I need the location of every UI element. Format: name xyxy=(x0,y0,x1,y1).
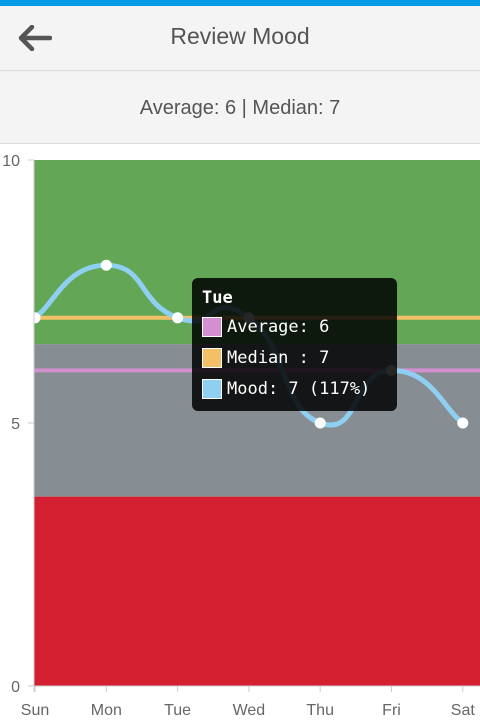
mood-point-sun xyxy=(29,312,41,324)
page-title: Review Mood xyxy=(170,23,310,49)
tooltip-mood-label: Mood: 7 (117%) xyxy=(227,378,371,399)
mood-summary: Average: 6 | Median: 7 xyxy=(0,71,480,144)
x-tick-label-mon: Mon xyxy=(91,702,122,719)
mood-swatch xyxy=(202,378,222,399)
tooltip-row-median: Median : 7 xyxy=(202,342,387,373)
app-header: Review Mood xyxy=(0,6,480,71)
tooltip-title: Tue xyxy=(202,288,233,308)
tooltip-row-average: Average: 6 xyxy=(202,311,387,342)
x-tick-label-sun: Sun xyxy=(21,702,49,719)
chart-tooltip: Tue Average: 6 Median : 7 Mood: 7 (117%) xyxy=(192,278,397,411)
tooltip-median-label: Median : 7 xyxy=(227,347,330,368)
mood-point-mon xyxy=(100,259,112,271)
y-tick-label: 10 xyxy=(2,153,20,170)
mood-point-sat xyxy=(457,417,469,429)
tooltip-average-label: Average: 6 xyxy=(227,316,330,337)
y-tick-label: 5 xyxy=(11,416,20,433)
x-tick-label-tue: Tue xyxy=(164,702,191,719)
x-tick-label-wed: Wed xyxy=(233,702,266,719)
x-tick-label-thu: Thu xyxy=(306,702,334,719)
mood-point-tue xyxy=(172,312,184,324)
x-tick-label-sat: Sat xyxy=(451,702,476,719)
x-tick-label-fri: Fri xyxy=(382,702,401,719)
median-swatch xyxy=(202,347,222,368)
average-swatch xyxy=(202,316,222,337)
arrow-left-icon xyxy=(18,25,52,51)
mood-point-thu xyxy=(314,417,326,429)
y-tick-label: 0 xyxy=(11,679,20,696)
chart-band-2 xyxy=(34,496,480,686)
back-button[interactable] xyxy=(12,18,58,58)
mood-chart[interactable]: Sun Mon Tue Wed Thu Fri Sat 0 5 10 xyxy=(0,144,480,720)
tooltip-row-mood: Mood: 7 (117%) xyxy=(202,373,387,404)
